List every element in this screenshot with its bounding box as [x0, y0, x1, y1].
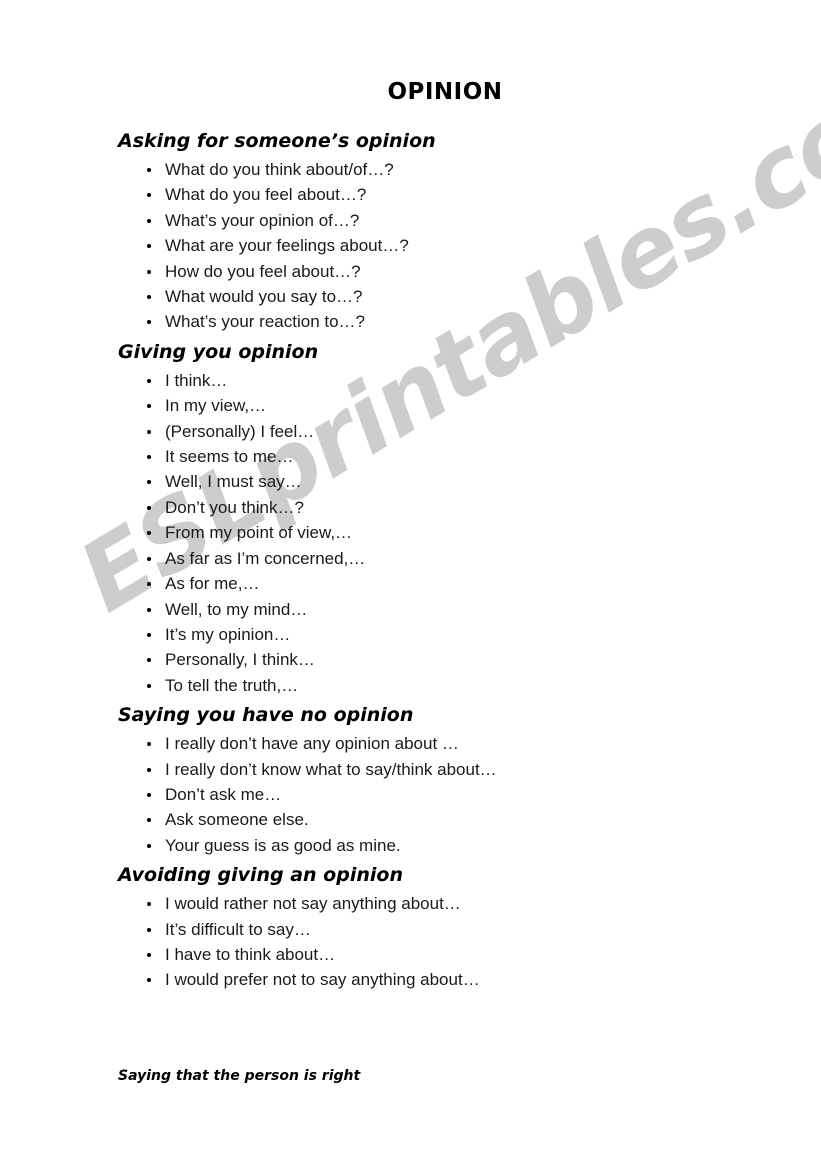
list-item: How do you feel about…?	[118, 259, 758, 284]
list-item: I really don’t know what to say/think ab…	[118, 757, 758, 782]
list-item: As far as I’m concerned,…	[118, 546, 758, 571]
list-item: I think…	[118, 368, 758, 393]
list-item: Ask someone else.	[118, 807, 758, 832]
worksheet-page: ESLprintables.com OPINION Asking for som…	[0, 0, 821, 1169]
list-item: I would prefer not to say anything about…	[118, 967, 758, 992]
bullet-list: I think… In my view,… (Personally) I feel……	[118, 368, 758, 698]
section-heading: Giving you opinion	[118, 340, 319, 363]
section-heading: Asking for someone’s opinion	[118, 130, 436, 152]
list-item: Don’t ask me…	[118, 782, 758, 807]
footer-note: Saying that the person is right	[118, 1068, 361, 1084]
list-item: What’s your reaction to…?	[118, 309, 758, 334]
page-title: OPINION	[387, 79, 503, 105]
list-item: It seems to me…	[118, 444, 758, 469]
section: Saying you have no opinion I really don’t…	[118, 703, 758, 858]
list-item: What do you feel about…?	[118, 182, 758, 207]
list-item: What’s your opinion of…?	[118, 208, 758, 233]
list-item: What do you think about/of…?	[118, 157, 758, 182]
list-item: What are your feelings about…?	[118, 233, 758, 258]
list-item: Well, to my mind…	[118, 597, 758, 622]
section: Avoiding giving an opinion I would rather…	[118, 863, 758, 993]
list-item: Well, I must say…	[118, 469, 758, 494]
list-item: I really don’t have any opinion about …	[118, 731, 758, 756]
section: Giving you opinion I think… In my view,… (P…	[118, 340, 758, 698]
list-item: To tell the truth,…	[118, 673, 758, 698]
list-item: It’s difficult to say…	[118, 917, 758, 942]
list-item: As for me,…	[118, 571, 758, 596]
section-heading: Saying you have no opinion	[118, 704, 414, 727]
list-item: (Personally) I feel…	[118, 419, 758, 444]
list-item: Your guess is as good as mine.	[118, 833, 758, 858]
bullet-list: I would rather not say anything about… It…	[118, 891, 758, 993]
section: Asking for someone’s opinion What do you …	[118, 129, 758, 335]
list-item: I would rather not say anything about…	[118, 891, 758, 916]
list-item: Don’t you think…?	[118, 495, 758, 520]
list-item: In my view,…	[118, 393, 758, 418]
bullet-list: What do you think about/of…? What do you …	[118, 157, 758, 335]
document-content: OPINION Asking for someone’s opinion What…	[0, 0, 821, 1169]
list-item: It’s my opinion…	[118, 622, 758, 647]
list-item: From my point of view,…	[118, 520, 758, 545]
list-item: What would you say to…?	[118, 284, 758, 309]
list-item: I have to think about…	[118, 942, 758, 967]
bullet-list: I really don’t have any opinion about … I…	[118, 731, 758, 858]
list-item: Personally, I think…	[118, 647, 758, 672]
section-heading: Avoiding giving an opinion	[118, 864, 403, 887]
sections-container: Asking for someone’s opinion What do you …	[118, 129, 758, 998]
